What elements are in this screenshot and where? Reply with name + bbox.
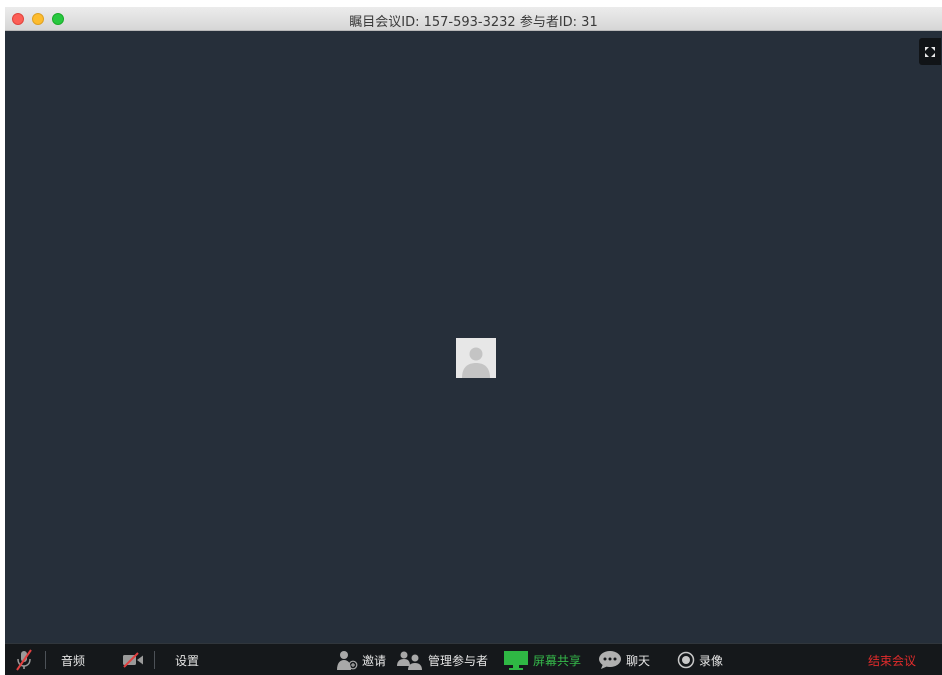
invite-button[interactable]: 邀请 — [336, 644, 386, 675]
chat-button[interactable]: 聊天 — [598, 644, 650, 675]
record-icon — [677, 651, 695, 669]
end-meeting-button[interactable]: 结束会议 — [868, 644, 916, 675]
muted-microphone-icon — [16, 649, 32, 671]
window-title: 瞩目会议ID: 157-593-3232 参与者ID: 31 — [349, 15, 598, 30]
end-meeting-label: 结束会议 — [868, 653, 917, 668]
video-toggle-button[interactable] — [122, 644, 144, 675]
video-area — [5, 31, 942, 643]
manage-participants-label: 管理参与者 — [428, 653, 489, 668]
manage-participants-button[interactable]: 管理参与者 — [396, 644, 488, 675]
meeting-window: 瞩目会议ID: 157-593-3232 参与者ID: 31 音频 设置 邀请 … — [5, 7, 942, 675]
toolbar-separator — [154, 651, 155, 669]
audio-label: 音频 — [61, 653, 86, 668]
chat-label: 聊天 — [626, 653, 651, 668]
settings-button[interactable]: 设置 — [175, 644, 199, 675]
title-bar: 瞩目会议ID: 157-593-3232 参与者ID: 31 — [5, 7, 942, 31]
settings-label: 设置 — [175, 653, 200, 668]
toolbar-separator — [45, 651, 46, 669]
chat-bubble-icon — [599, 651, 621, 669]
audio-button[interactable]: 音频 — [61, 644, 85, 675]
invite-label: 邀请 — [362, 653, 387, 668]
person-icon — [456, 338, 496, 378]
fullscreen-icon — [925, 46, 935, 57]
record-button[interactable]: 录像 — [677, 644, 723, 675]
invite-person-icon — [337, 651, 358, 670]
fullscreen-button[interactable] — [919, 38, 941, 65]
meeting-toolbar: 音频 设置 邀请 管理参与者 屏幕共享 聊天 录像 结束会议 — [5, 643, 942, 675]
record-label: 录像 — [699, 653, 724, 668]
screen-share-button[interactable]: 屏幕共享 — [503, 644, 581, 675]
screen-share-label: 屏幕共享 — [533, 653, 582, 668]
participant-avatar — [456, 338, 496, 378]
monitor-icon — [504, 651, 528, 670]
video-off-icon — [123, 652, 143, 668]
mute-button[interactable] — [15, 644, 33, 675]
participants-icon — [397, 651, 422, 670]
